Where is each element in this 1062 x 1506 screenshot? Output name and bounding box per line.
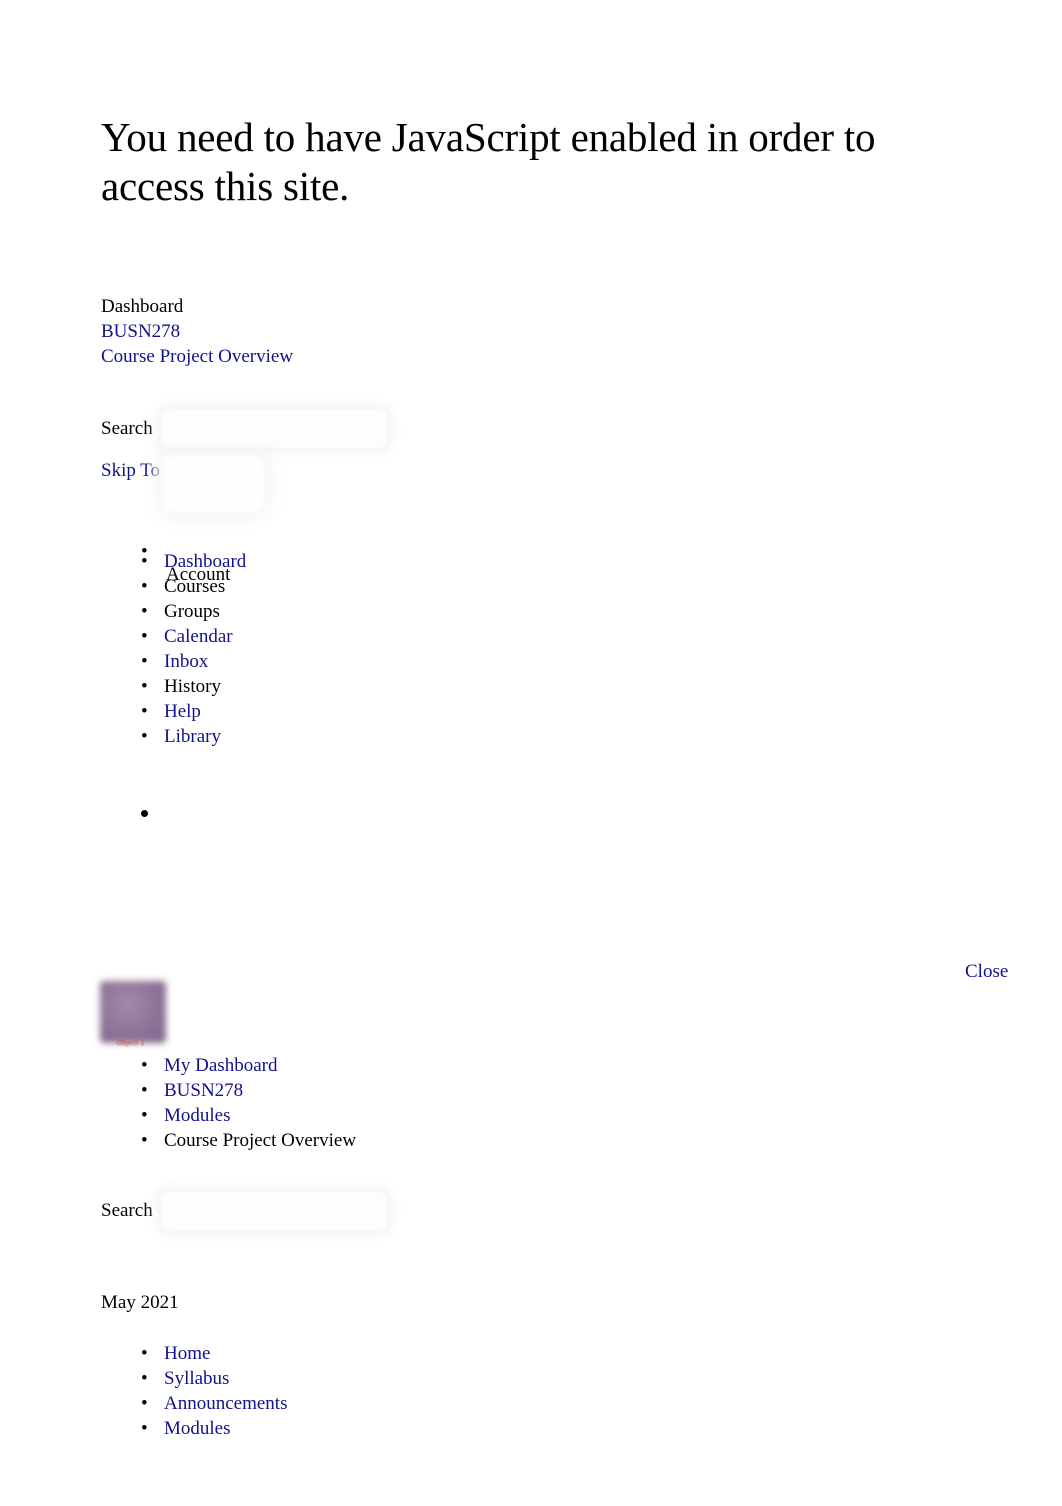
nav-item-inbox[interactable]: Inbox (101, 649, 246, 674)
course-nav-link-modules[interactable]: Modules (164, 1418, 231, 1439)
breadcrumb-link-my-dashboard[interactable]: My Dashboard (164, 1055, 277, 1076)
breadcrumb-item-modules[interactable]: Modules (101, 1103, 356, 1128)
nav-item-calendar[interactable]: Calendar (101, 624, 246, 649)
page-root: You need to have JavaScript enabled in o… (0, 0, 1062, 1506)
breadcrumb-course-list: My Dashboard BUSN278 Modules Course Proj… (101, 1053, 356, 1153)
course-nav-link-announcements[interactable]: Announcements (164, 1393, 287, 1414)
search-input[interactable] (159, 409, 388, 449)
nav-label-courses: Courses (164, 576, 226, 597)
nav-item-dashboard[interactable]: Dashboard (101, 549, 246, 574)
course-term-label: May 2021 (101, 1292, 179, 1313)
breadcrumb-top-item-dashboard: Dashboard (101, 294, 293, 319)
javascript-disabled-warning: You need to have JavaScript enabled in o… (101, 114, 876, 209)
global-navigation-list: Account Dashboard Courses Groups Calenda… (101, 456, 264, 749)
search-label-secondary: Search (101, 1200, 153, 1221)
nav-item-history[interactable]: History (101, 674, 246, 699)
nav-link-calendar[interactable]: Calendar (164, 626, 233, 647)
breadcrumb-item-busn278[interactable]: BUSN278 (101, 1078, 356, 1103)
nav-item-courses[interactable]: Courses (101, 574, 246, 599)
nav-item-account[interactable]: Account (101, 456, 264, 585)
search-region-primary: Search (101, 409, 388, 449)
breadcrumb-top-link-busn278[interactable]: BUSN278 (101, 321, 180, 342)
breadcrumb-link-modules[interactable]: Modules (164, 1105, 231, 1126)
breadcrumb-top: Dashboard BUSN278 Course Project Overvie… (101, 294, 293, 369)
course-navigation-list: Home Syllabus Announcements Modules (101, 1341, 287, 1441)
nav-link-inbox[interactable]: Inbox (164, 651, 208, 672)
nav-item-library[interactable]: Library (101, 724, 246, 749)
breadcrumb-top-item-page[interactable]: Course Project Overview (101, 344, 293, 369)
course-nav-link-home[interactable]: Home (164, 1343, 210, 1364)
breadcrumb-top-item-course[interactable]: BUSN278 (101, 319, 293, 344)
nav-link-dashboard[interactable]: Dashboard (164, 551, 246, 572)
course-image-placeholder: Object 1 (100, 981, 168, 1055)
search-region-secondary: Search (101, 1191, 388, 1231)
search-label: Search (101, 418, 153, 439)
breadcrumb-item-course-project-overview: Course Project Overview (101, 1128, 356, 1153)
course-nav-item-announcements[interactable]: Announcements (101, 1391, 287, 1416)
nav-item-help[interactable]: Help (101, 699, 246, 724)
close-button[interactable]: Close (965, 960, 1008, 984)
nav-link-help[interactable]: Help (164, 701, 201, 722)
course-nav-link-syllabus[interactable]: Syllabus (164, 1368, 229, 1389)
breadcrumb-top-link-course-project-overview[interactable]: Course Project Overview (101, 346, 293, 367)
nav-item-groups[interactable]: Groups (101, 599, 246, 624)
empty-list-bullet (141, 810, 148, 817)
breadcrumb-item-my-dashboard[interactable]: My Dashboard (101, 1053, 356, 1078)
breadcrumb-label-course-project-overview: Course Project Overview (164, 1130, 357, 1151)
breadcrumb-top-label-dashboard: Dashboard (101, 296, 184, 317)
nav-label-history: History (164, 676, 221, 697)
course-image-caption: Object 1 (117, 1040, 145, 1047)
search-input-secondary[interactable] (159, 1191, 388, 1231)
course-nav-item-syllabus[interactable]: Syllabus (101, 1366, 287, 1391)
nav-link-library[interactable]: Library (164, 726, 221, 747)
course-nav-item-modules[interactable]: Modules (101, 1416, 287, 1441)
course-nav-item-home[interactable]: Home (101, 1341, 287, 1366)
breadcrumb-link-busn278[interactable]: BUSN278 (164, 1080, 243, 1101)
nav-label-groups: Groups (164, 601, 220, 622)
close-label[interactable]: Close (965, 961, 1008, 982)
course-thumbnail-image (100, 981, 166, 1043)
user-avatar-image (163, 456, 264, 512)
